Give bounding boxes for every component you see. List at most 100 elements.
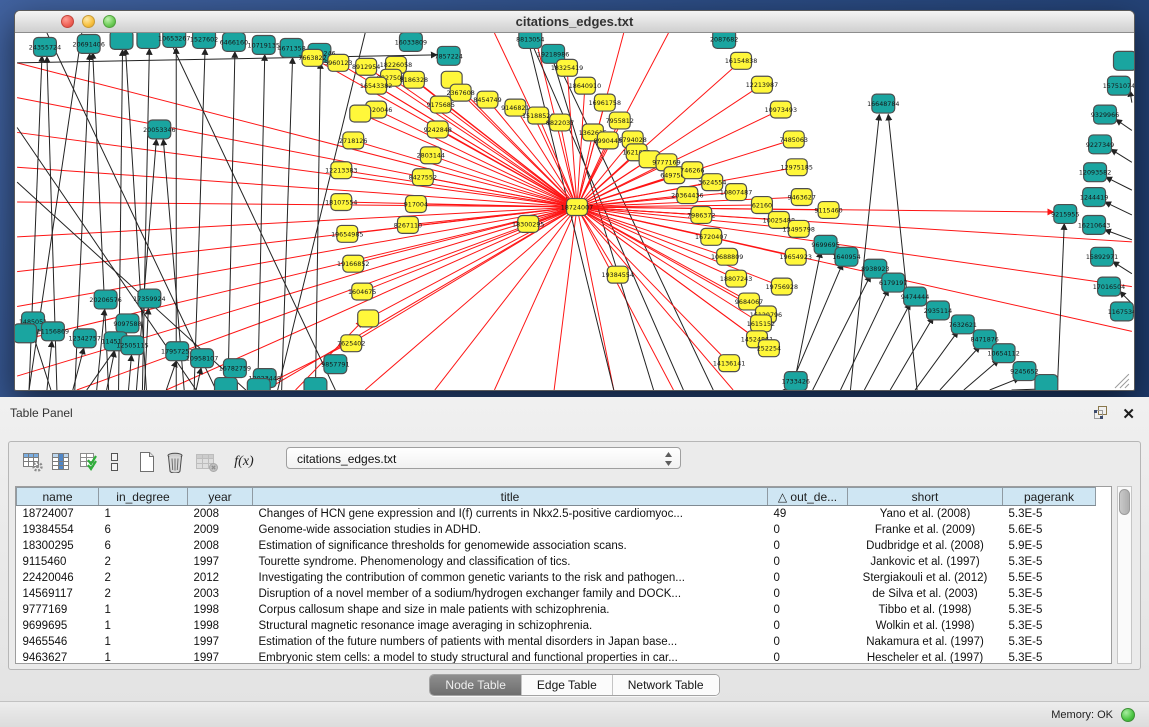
- graph-node[interactable]: 11156869: [37, 322, 69, 341]
- graph-node[interactable]: 15751074: [1103, 76, 1134, 95]
- graph-node[interactable]: 16961758: [589, 94, 621, 111]
- graph-node[interactable]: 12975185: [781, 159, 813, 176]
- graph-node[interactable]: [137, 33, 160, 48]
- tab-edge-table[interactable]: Edge Table: [521, 675, 612, 695]
- graph-node[interactable]: 8454749: [473, 91, 501, 108]
- graph-node[interactable]: 19654923: [780, 248, 812, 265]
- import-table-icon[interactable]: [75, 448, 103, 476]
- graph-node[interactable]: 18640910: [569, 77, 601, 94]
- graph-node[interactable]: 16720407: [695, 228, 727, 245]
- graph-node[interactable]: 9215955: [1051, 205, 1079, 224]
- graph-node[interactable]: 8427552: [409, 169, 437, 186]
- graph-node[interactable]: 8267110: [394, 216, 422, 233]
- graph-node[interactable]: 16648784: [867, 94, 899, 113]
- graph-node[interactable]: 1615152: [747, 315, 775, 332]
- column-chooser-icon[interactable]: [103, 448, 125, 476]
- function-builder-icon[interactable]: f(x): [227, 448, 261, 476]
- table-selector-combo[interactable]: citations_edges.txt: [286, 447, 681, 469]
- graph-node[interactable]: 2087682: [710, 33, 738, 48]
- graph-node[interactable]: [215, 378, 238, 390]
- graph-node[interactable]: 6179197: [879, 273, 907, 292]
- graph-node[interactable]: 16154838: [725, 52, 757, 69]
- column-header-out_degree[interactable]: △ out_de...: [768, 488, 848, 506]
- graph-node[interactable]: 7485063: [780, 131, 808, 148]
- graph-node[interactable]: 5960123: [324, 54, 352, 71]
- graph-node[interactable]: 9097588: [113, 314, 141, 333]
- table-row[interactable]: 946554611997Estimation of the future num…: [17, 634, 1096, 650]
- graph-node[interactable]: 10958107: [186, 349, 218, 368]
- float-panel-icon[interactable]: [1093, 405, 1108, 424]
- graph-node[interactable]: 9175685: [427, 96, 455, 113]
- column-header-title[interactable]: title: [253, 488, 768, 506]
- graph-node[interactable]: [358, 310, 379, 327]
- graph-node[interactable]: 7663822: [298, 49, 326, 66]
- graph-node[interactable]: 62160: [752, 197, 773, 214]
- tab-node-table[interactable]: Node Table: [430, 675, 521, 695]
- graph-node[interactable]: 7986372: [687, 207, 715, 224]
- column-header-pagerank[interactable]: pagerank: [1003, 488, 1096, 506]
- graph-node[interactable]: 24355724: [29, 37, 61, 56]
- graph-node[interactable]: 12505115: [116, 336, 148, 355]
- graph-node[interactable]: 10719135: [248, 35, 280, 54]
- graph-node[interactable]: 9115460: [814, 202, 842, 219]
- close-panel-icon[interactable]: ✕: [1122, 408, 1135, 422]
- table-row[interactable]: 911546021997Tourette syndrome. Phenomeno…: [17, 554, 1096, 570]
- graph-node[interactable]: 7625402: [337, 335, 365, 352]
- table-row[interactable]: 946362711997Embryonic stem cells: a mode…: [17, 650, 1096, 665]
- graph-node[interactable]: 2803144: [417, 147, 445, 164]
- column-header-year[interactable]: year: [188, 488, 253, 506]
- delete-trash-icon[interactable]: [161, 448, 189, 476]
- graph-node[interactable]: 16033809: [395, 33, 427, 51]
- graph-node[interactable]: 8186328: [400, 71, 428, 88]
- graph-node[interactable]: 17016504: [1093, 277, 1125, 296]
- graph-node[interactable]: 8822037: [546, 114, 574, 131]
- table-row[interactable]: 969969511998Structural magnetic resonanc…: [17, 618, 1096, 634]
- graph-node[interactable]: 7857224: [435, 46, 463, 65]
- graph-node[interactable]: 10688809: [711, 248, 743, 265]
- graph-node[interactable]: 18107554: [325, 194, 357, 211]
- graph-node[interactable]: 9463627: [788, 189, 816, 206]
- table-vertical-scrollbar[interactable]: [1117, 486, 1132, 664]
- graph-node[interactable]: 12213987: [746, 76, 778, 93]
- graph-node[interactable]: 14136141: [713, 355, 745, 372]
- graph-node[interactable]: 12093582: [1079, 163, 1111, 182]
- graph-node[interactable]: [15, 324, 37, 343]
- graph-node[interactable]: 1604675: [348, 283, 376, 300]
- graph-node[interactable]: 10653267: [158, 33, 190, 47]
- graph-node[interactable]: 1167534: [1108, 302, 1134, 321]
- graph-node[interactable]: 9245652: [1010, 362, 1038, 381]
- graph-node[interactable]: 9857791: [321, 355, 349, 374]
- graph-node[interactable]: 8813054: [516, 33, 544, 48]
- graph-node[interactable]: 1527602: [190, 33, 218, 48]
- memory-status-indicator[interactable]: [1121, 708, 1135, 722]
- table-row[interactable]: 1872400712008Changes of HCN gene express…: [17, 506, 1096, 522]
- graph-node[interactable]: 9329966: [1091, 105, 1119, 124]
- graph-node[interactable]: 1640954: [832, 247, 860, 266]
- graph-node[interactable]: [1035, 375, 1058, 390]
- table-row[interactable]: 1830029562008Estimation of significance …: [17, 538, 1096, 554]
- graph-node[interactable]: 1244419: [1080, 188, 1108, 207]
- table-settings-icon[interactable]: [19, 448, 47, 476]
- new-table-icon[interactable]: [133, 448, 161, 476]
- graph-node[interactable]: 8912954: [352, 58, 380, 75]
- column-header-name[interactable]: name: [17, 488, 99, 506]
- column-header-in_degree[interactable]: in_degree: [99, 488, 188, 506]
- graph-node[interactable]: 16782759: [219, 359, 251, 378]
- graph-node[interactable]: 17359924: [133, 289, 165, 308]
- graph-node[interactable]: 746266: [680, 162, 704, 179]
- network-window-titlebar[interactable]: citations_edges.txt: [15, 11, 1134, 33]
- graph-node[interactable]: 1733426: [782, 372, 810, 390]
- graph-node[interactable]: 7632621: [949, 315, 977, 334]
- table-row[interactable]: 1938455462009Genome-wide association stu…: [17, 522, 1096, 538]
- window-resize-grip[interactable]: [1115, 374, 1129, 388]
- graph-node[interactable]: 20691406: [73, 34, 105, 53]
- graph-node[interactable]: 9242848: [424, 121, 452, 138]
- graph-node[interactable]: [247, 379, 270, 390]
- select-columns-icon[interactable]: [47, 448, 75, 476]
- graph-node[interactable]: 20053346: [143, 120, 175, 139]
- graph-node[interactable]: 12342757: [69, 329, 101, 348]
- scrollbar-thumb[interactable]: [1119, 489, 1130, 515]
- graph-node[interactable]: 252254: [757, 340, 781, 357]
- graph-node[interactable]: [304, 378, 327, 390]
- table-row[interactable]: 2242004622012Investigating the contribut…: [17, 570, 1096, 586]
